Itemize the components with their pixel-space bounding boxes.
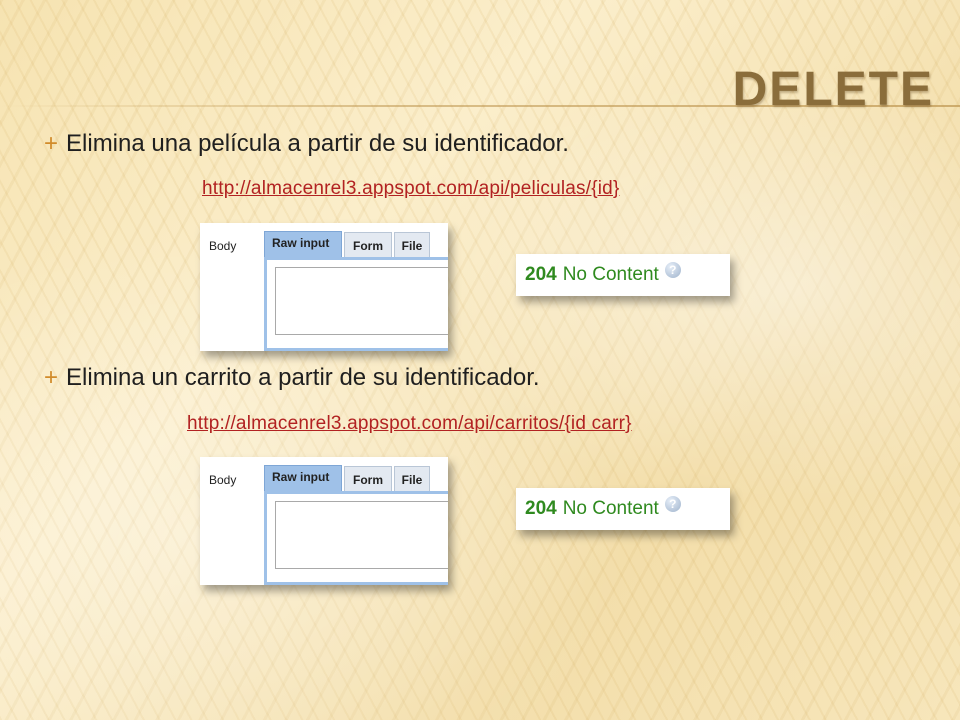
tab-raw-input[interactable]: Raw input [264, 465, 342, 491]
response-status: 204 No Content ? [516, 488, 730, 530]
raw-input-frame [264, 257, 448, 351]
plus-bullet-icon: + [44, 364, 59, 391]
response-status: 204 No Content ? [516, 254, 730, 296]
bullet-item-2: + Elimina un carrito a partir de su iden… [44, 364, 540, 392]
api-url-link[interactable]: http://almacenrel3.appspot.com/api/pelic… [202, 178, 620, 200]
status-code: 204 [525, 264, 557, 285]
tab-raw-input[interactable]: Raw input [264, 231, 342, 257]
help-icon[interactable]: ? [664, 496, 681, 512]
bullet-text: Elimina un carrito a partir de su identi… [66, 364, 540, 391]
body-label: Body [209, 239, 237, 253]
tab-file[interactable]: File [394, 232, 430, 257]
slide-title: DELETE [732, 63, 934, 116]
raw-input-textarea[interactable] [275, 501, 448, 569]
bullet-text: Elimina una película a partir de su iden… [66, 130, 569, 157]
api-url-link[interactable]: http://almacenrel3.appspot.com/api/carri… [187, 413, 632, 435]
plus-bullet-icon: + [44, 130, 59, 157]
body-label: Body [209, 473, 237, 487]
tab-file[interactable]: File [394, 466, 430, 491]
status-message: No Content [562, 264, 659, 285]
request-body-panel: Body Raw input Form File [200, 223, 448, 351]
raw-input-textarea[interactable] [275, 267, 448, 335]
tab-form[interactable]: Form [344, 232, 392, 257]
raw-input-frame [264, 491, 448, 585]
help-icon[interactable]: ? [664, 262, 681, 278]
status-message: No Content [562, 498, 659, 519]
status-code: 204 [525, 498, 557, 519]
tab-form[interactable]: Form [344, 466, 392, 491]
bullet-item-1: + Elimina una película a partir de su id… [44, 130, 569, 158]
request-body-panel: Body Raw input Form File [200, 457, 448, 585]
